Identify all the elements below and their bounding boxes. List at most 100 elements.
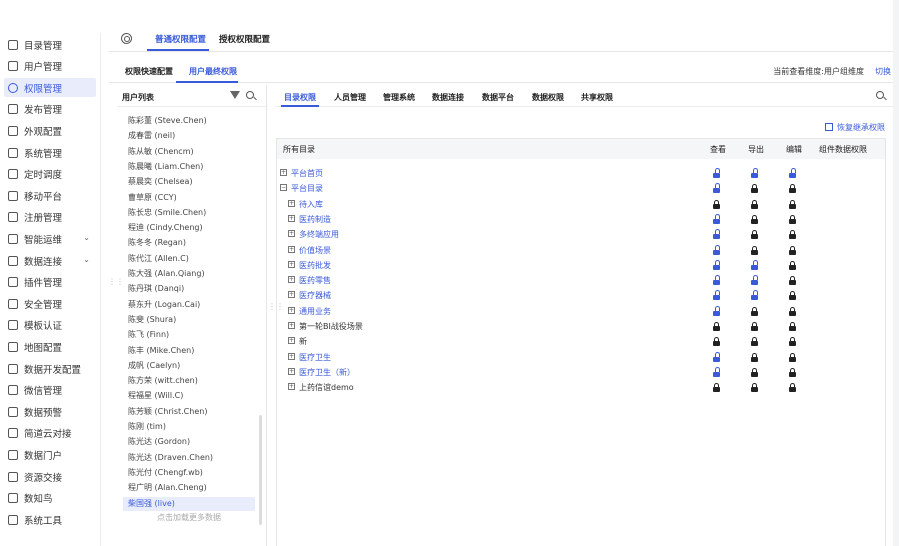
user-list-item[interactable]: 陈丰 (Mike.Chen) xyxy=(123,344,255,358)
sidebar-item[interactable]: 简道云对接 xyxy=(4,424,96,443)
tab-grant-permission[interactable]: 授权权限配置 xyxy=(219,33,270,45)
expand-toggle-icon[interactable]: + xyxy=(288,352,295,360)
lock-icon[interactable] xyxy=(751,184,758,194)
user-list-item[interactable]: 成帆 (Caelyn) xyxy=(123,359,255,373)
sidebar-item[interactable]: 权限管理 xyxy=(4,78,96,98)
expand-toggle-icon[interactable]: + xyxy=(288,214,295,222)
directory-label[interactable]: 医疗器械 xyxy=(299,290,331,301)
expand-toggle-icon[interactable]: + xyxy=(288,199,295,207)
chevron-down-icon[interactable]: ⌄ xyxy=(83,255,90,264)
lock-icon[interactable] xyxy=(789,260,796,270)
directory-label[interactable]: 医疗卫生（新） xyxy=(299,367,355,378)
unlock-icon[interactable] xyxy=(713,366,720,377)
lock-icon[interactable] xyxy=(751,383,758,393)
directory-label[interactable]: 待入库 xyxy=(299,199,323,210)
lock-icon[interactable] xyxy=(789,352,796,362)
lock-icon[interactable] xyxy=(751,337,758,347)
lock-icon[interactable] xyxy=(789,383,796,393)
unlock-icon[interactable] xyxy=(713,275,720,286)
user-list-item[interactable]: 陈方荣 (witt.chen) xyxy=(123,374,255,388)
lock-icon[interactable] xyxy=(789,306,796,316)
perm-tab[interactable]: 共享权限 xyxy=(581,92,613,103)
user-list-item[interactable]: 曹草原 (CCY) xyxy=(123,191,255,205)
lock-icon[interactable] xyxy=(751,306,758,316)
unlock-icon[interactable] xyxy=(713,213,720,224)
expand-toggle-icon[interactable]: + xyxy=(288,383,295,391)
user-list-item[interactable]: 成春雷 (neil) xyxy=(123,129,255,143)
user-list-item[interactable]: 蔡晨奕 (Chelsea) xyxy=(123,175,255,189)
expand-toggle-icon[interactable]: + xyxy=(288,260,295,268)
expand-toggle-icon[interactable]: + xyxy=(288,337,295,345)
sidebar-item[interactable]: 发布管理 xyxy=(4,100,96,119)
lock-icon[interactable] xyxy=(789,276,796,286)
user-list-item[interactable]: 陈长忠 (Smile.Chen) xyxy=(123,206,255,220)
sidebar-item[interactable]: 微信管理 xyxy=(4,381,96,400)
directory-label[interactable]: 医药批发 xyxy=(299,260,331,271)
sidebar-item[interactable]: 数据门户 xyxy=(4,445,96,464)
sidebar-item[interactable]: 智能运维 ⌄ xyxy=(4,229,96,248)
unlock-icon[interactable] xyxy=(713,229,720,240)
sidebar-item[interactable]: 系统管理 xyxy=(4,143,96,162)
perm-tab[interactable]: 数据连接 xyxy=(432,92,464,103)
sidebar-item[interactable]: 系统工具 xyxy=(4,510,96,529)
unlock-icon[interactable] xyxy=(713,259,720,270)
unlock-icon[interactable] xyxy=(751,290,758,301)
unlock-icon[interactable] xyxy=(713,290,720,301)
expand-toggle-icon[interactable]: + xyxy=(280,169,287,176)
directory-label[interactable]: 上药信谊demo xyxy=(299,382,354,393)
sidebar-item[interactable]: 外观配置 xyxy=(4,121,96,140)
user-list-item[interactable]: 陈芳颖 (Christ.Chen) xyxy=(123,405,255,419)
sidebar-item[interactable]: 数据连接 ⌄ xyxy=(4,251,96,270)
lock-icon[interactable] xyxy=(789,199,796,209)
sidebar-item[interactable]: 模板认证 xyxy=(4,316,96,335)
lock-icon[interactable] xyxy=(789,367,796,377)
lock-icon[interactable] xyxy=(751,199,758,209)
user-list-item[interactable]: 陈丹琪 (Danqi) xyxy=(123,282,255,296)
directory-label[interactable]: 价值场景 xyxy=(299,245,331,256)
unlock-icon[interactable] xyxy=(751,275,758,286)
chevron-down-icon[interactable]: ⌄ xyxy=(83,233,90,242)
perm-tab[interactable]: 人员管理 xyxy=(334,92,366,103)
perm-tab[interactable]: 数据平台 xyxy=(482,92,514,103)
user-list-item[interactable]: 陈代江 (Allen.C) xyxy=(123,252,255,266)
gear-icon[interactable] xyxy=(121,33,132,44)
directory-label[interactable]: 平台首页 xyxy=(291,168,323,179)
expand-toggle-icon[interactable]: + xyxy=(288,245,295,253)
unlock-icon[interactable] xyxy=(713,183,720,194)
lock-icon[interactable] xyxy=(751,245,758,255)
search-icon[interactable] xyxy=(876,91,884,99)
unlock-icon[interactable] xyxy=(713,305,720,316)
user-list-item[interactable]: 柴国强 (live) xyxy=(123,496,255,511)
unlock-icon[interactable] xyxy=(789,168,796,178)
user-list-item[interactable]: 程迪 (Cindy.Cheng) xyxy=(123,221,255,235)
load-more-link[interactable]: 点击加载更多数据 xyxy=(157,512,221,523)
lock-icon[interactable] xyxy=(751,352,758,362)
user-list-item[interactable]: 陈晨曦 (Liam.Chen) xyxy=(123,160,255,174)
sidebar-item[interactable]: 资源交接 xyxy=(4,467,96,486)
lock-icon[interactable] xyxy=(713,383,720,393)
directory-label[interactable]: 医药零售 xyxy=(299,275,331,286)
restore-inherit-button[interactable]: 恢复继承权限 xyxy=(825,122,885,133)
expand-toggle-icon[interactable]: + xyxy=(288,322,295,329)
directory-label[interactable]: 多终端应用 xyxy=(299,229,339,240)
filter-icon[interactable] xyxy=(230,91,240,99)
sidebar-item[interactable]: 注册管理 xyxy=(4,208,96,227)
search-icon[interactable] xyxy=(246,91,254,99)
lock-icon[interactable] xyxy=(751,214,758,224)
perm-tab[interactable]: 数据权限 xyxy=(532,92,564,103)
user-list-item[interactable]: 程福星 (Will.C) xyxy=(123,389,255,403)
lock-icon[interactable] xyxy=(789,337,796,347)
unlock-icon[interactable] xyxy=(713,168,720,178)
sidebar-item[interactable]: 移动平台 xyxy=(4,186,96,205)
user-list-item[interactable]: 陈大强 (Alan.Qiang) xyxy=(123,267,255,281)
unlock-icon[interactable] xyxy=(713,351,720,362)
lock-icon[interactable] xyxy=(789,184,796,194)
user-list-item[interactable]: 陈从敏 (Chencm) xyxy=(123,145,255,159)
perm-tab[interactable]: 目录权限 xyxy=(284,92,316,103)
lock-icon[interactable] xyxy=(789,322,796,331)
sidebar-item[interactable]: 定时调度 xyxy=(4,165,96,184)
lock-icon[interactable] xyxy=(789,245,796,255)
lock-icon[interactable] xyxy=(789,291,796,301)
expand-toggle-icon[interactable]: + xyxy=(288,367,295,375)
user-list-item[interactable]: 陈光达 (Draven.Chen) xyxy=(123,451,255,465)
